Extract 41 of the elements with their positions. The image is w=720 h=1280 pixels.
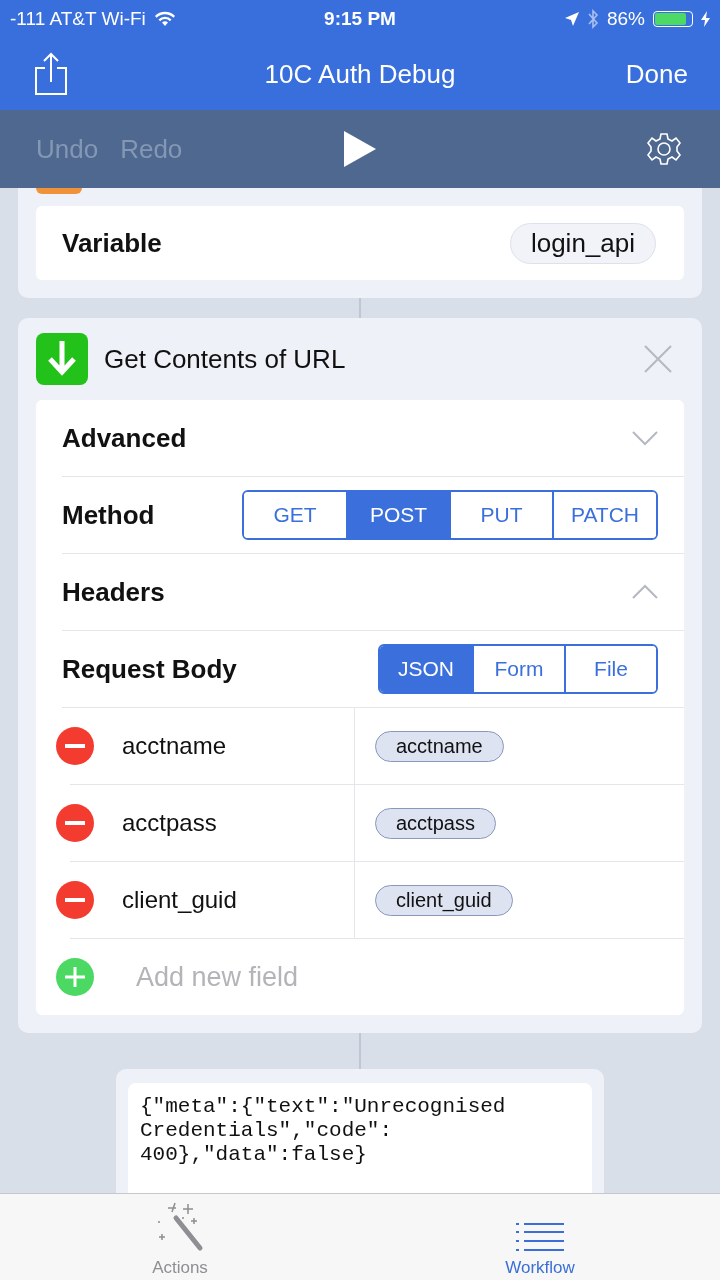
method-label: Method — [62, 499, 155, 531]
action-icon — [36, 188, 82, 194]
body-type-segment[interactable]: File — [564, 646, 656, 692]
result-text: {"meta":{"text":"Unrecognised Credentials","code": 400},"data":false} — [140, 1095, 507, 1167]
advanced-label: Advanced — [62, 422, 187, 454]
tab-item[interactable]: Actions — [0, 1194, 360, 1280]
share-icon[interactable] — [34, 52, 68, 96]
field-key[interactable]: acctname — [122, 732, 227, 760]
battery-percent: 86% — [606, 8, 645, 30]
bluetooth-icon — [586, 9, 599, 29]
done-button[interactable]: Done — [625, 58, 688, 90]
wifi-icon — [153, 11, 176, 27]
variable-token[interactable]: acctpass — [375, 807, 496, 839]
remove-icon[interactable] — [56, 727, 94, 765]
request-body-label: Request Body — [62, 653, 237, 685]
chevron-up-icon[interactable] — [632, 584, 658, 600]
variable-label: Variable — [62, 227, 162, 259]
battery-icon — [653, 11, 693, 27]
download-icon — [36, 333, 88, 385]
settings-icon[interactable] — [646, 131, 682, 167]
remove-icon[interactable] — [56, 881, 94, 919]
method-segment[interactable]: POST — [346, 492, 449, 538]
field-key[interactable]: acctpass — [122, 809, 217, 837]
charging-icon — [701, 11, 710, 27]
play-icon[interactable] — [344, 131, 376, 167]
action-title: Get Contents of URL — [104, 343, 347, 375]
variable-token[interactable]: acctname — [375, 730, 504, 762]
tab-item[interactable]: Workflow — [360, 1194, 720, 1280]
list-icon — [516, 1222, 564, 1252]
location-icon — [564, 12, 579, 26]
field-key[interactable]: client_guid — [122, 886, 237, 914]
clock-time: 9:15 PM — [324, 8, 396, 30]
carrier-text: -111 AT&T Wi-Fi — [10, 8, 146, 30]
chevron-down-icon[interactable] — [632, 430, 658, 446]
remove-icon[interactable] — [56, 804, 94, 842]
variable-token[interactable]: client_guid — [375, 884, 513, 916]
variable-token[interactable]: login_api — [509, 222, 656, 264]
body-type-segment[interactable]: JSON — [380, 646, 472, 692]
method-segment[interactable]: PATCH — [552, 492, 656, 538]
workflow-title: 10C Auth Debug — [264, 58, 456, 90]
headers-label: Headers — [62, 576, 165, 608]
